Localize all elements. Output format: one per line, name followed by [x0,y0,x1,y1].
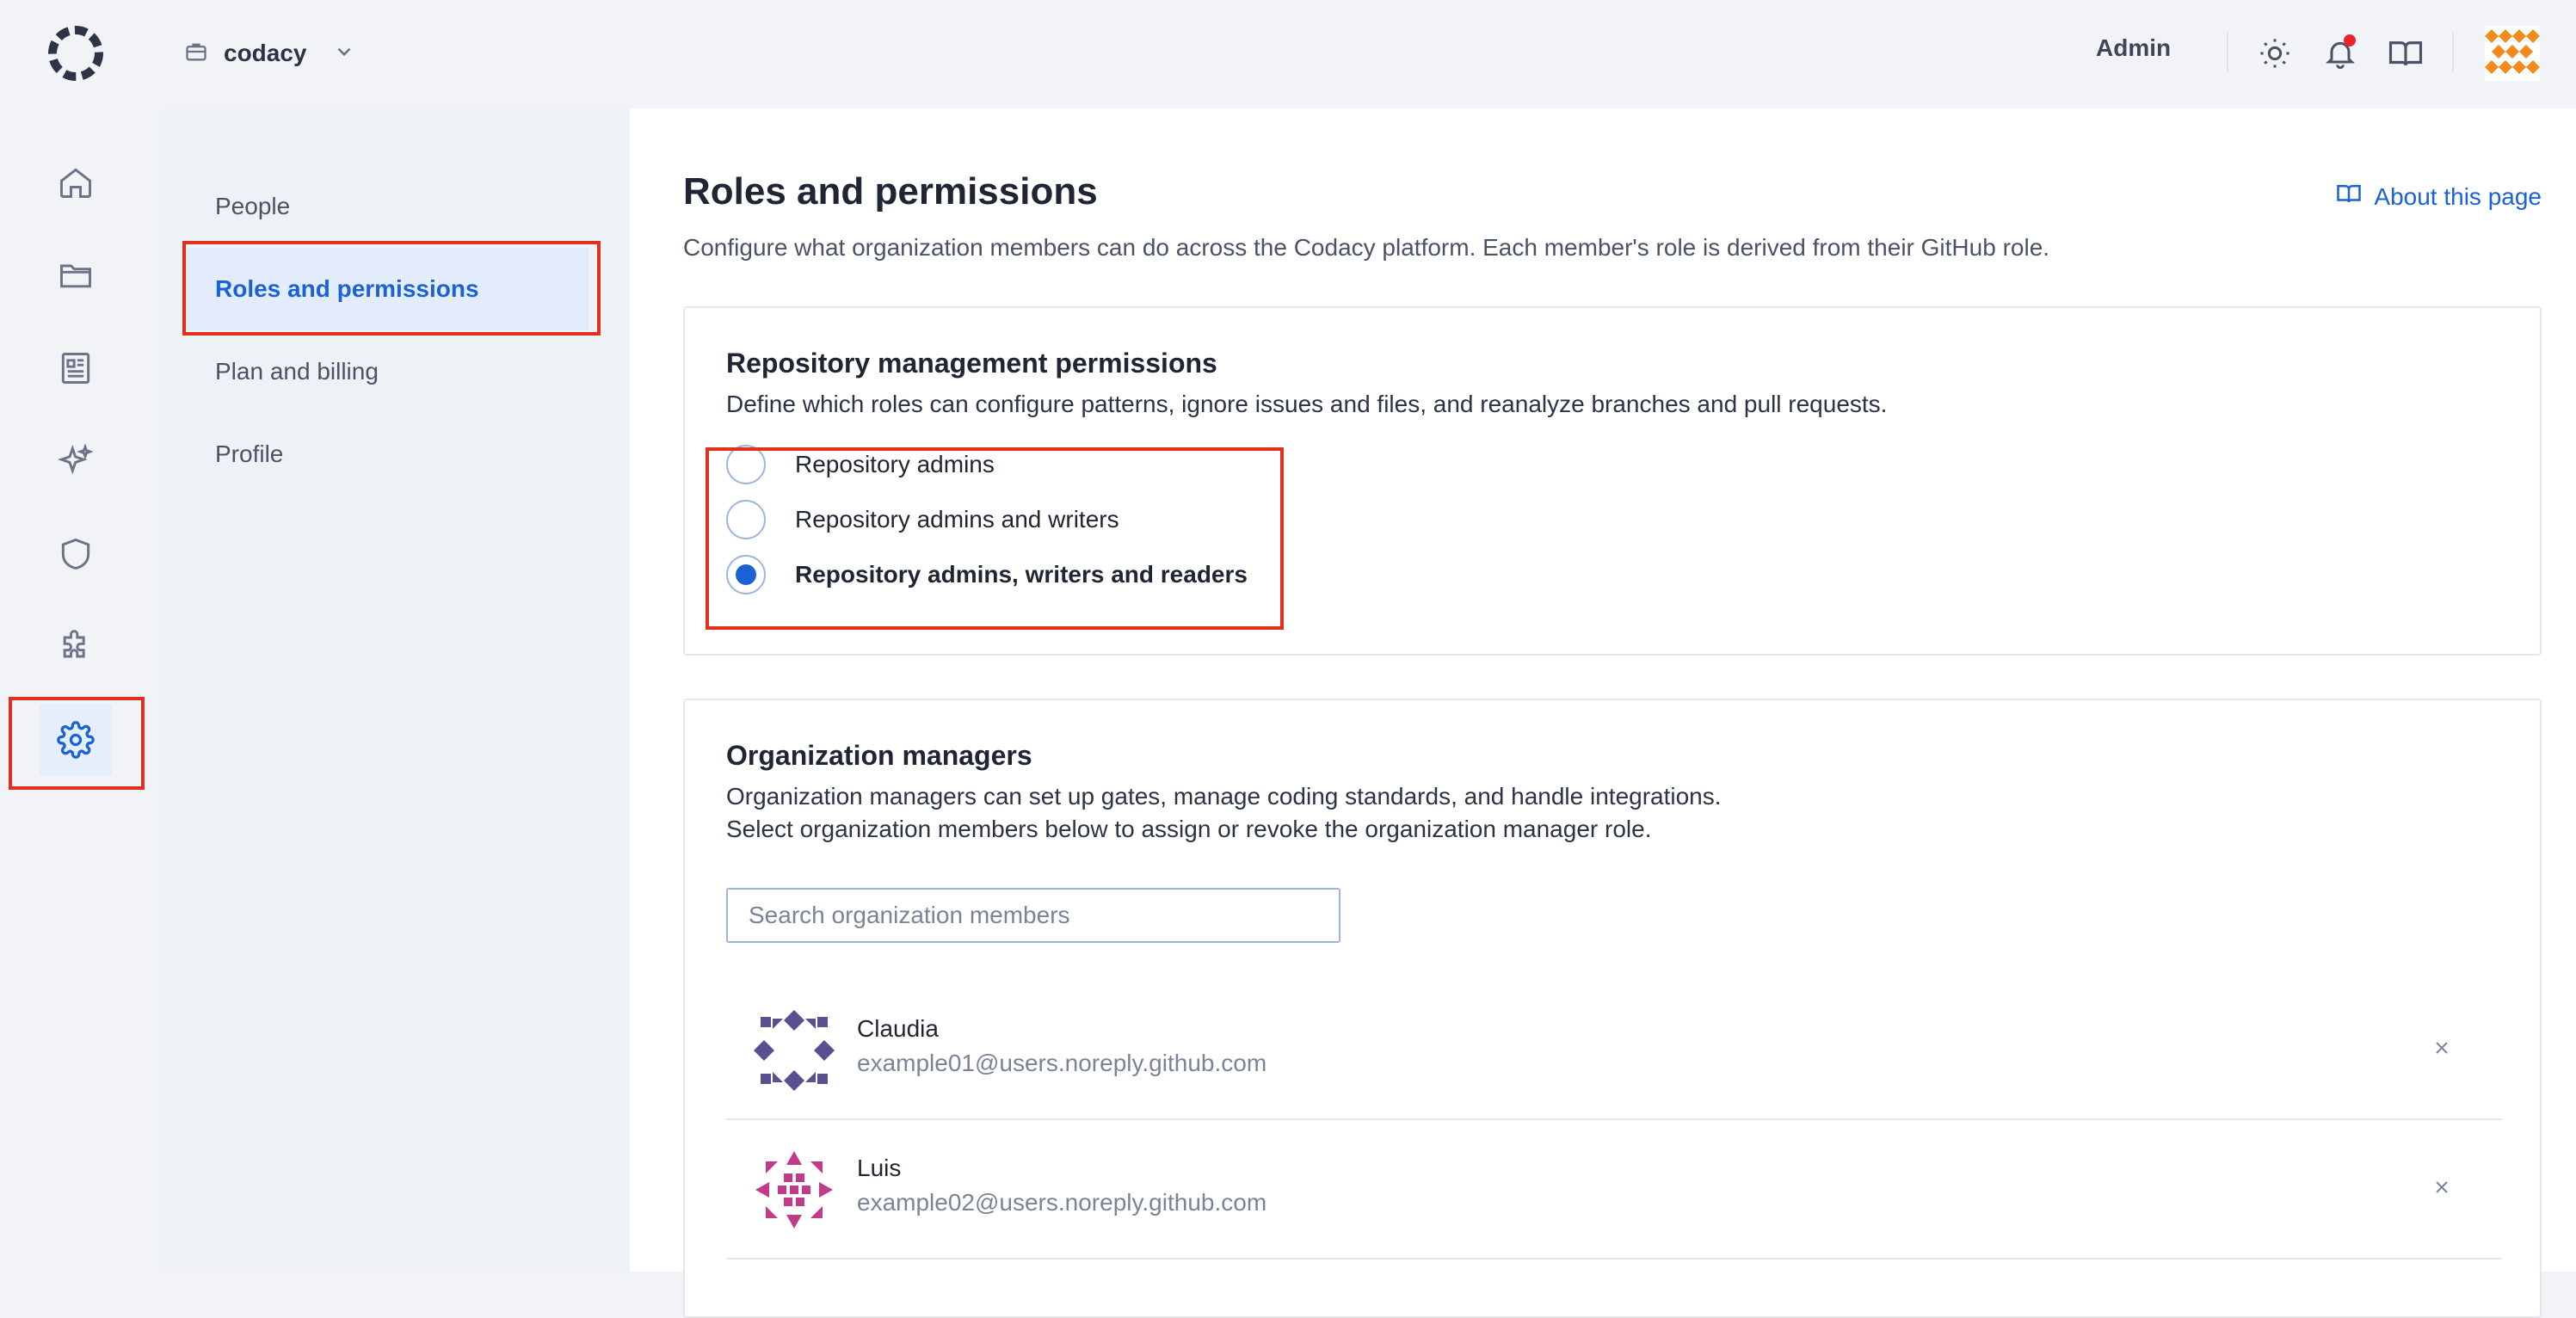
member-avatar [752,1148,836,1232]
divider [2452,33,2454,72]
close-icon[interactable] [2425,1170,2459,1204]
home-icon[interactable] [40,146,112,219]
radio-label: Repository admins [795,451,995,477]
radio-button-selected[interactable] [726,555,766,594]
radio-repository-admins[interactable]: Repository admins [726,442,995,487]
card-title: Organization managers [726,740,1032,771]
about-link-label: About this page [2374,182,2542,210]
page-description: Configure what organization members can … [683,234,2050,261]
radio-repository-admins-and-writers[interactable]: Repository admins and writers [726,497,1119,542]
settings-menu: People Roles and permissions Plan and bi… [158,108,630,1272]
card-description: Define which roles can configure pattern… [726,391,1888,417]
repository-permissions-card: Repository management permissions Define… [683,306,2542,656]
card-description: Organization managers can set up gates, … [726,783,1722,810]
radio-button[interactable] [726,445,766,484]
search-members-input[interactable] [726,888,1340,943]
sun-icon[interactable] [2254,33,2296,74]
organization-switcher[interactable]: codacy [184,29,355,77]
radio-label: Repository admins and writers [795,506,1119,533]
puzzle-icon[interactable] [40,611,112,683]
book-icon[interactable] [2385,33,2426,74]
codacy-logo-icon[interactable] [45,22,107,84]
menu-item-plan-and-billing[interactable]: Plan and billing [184,330,589,413]
role-label: Admin [2096,34,2172,61]
shield-icon[interactable] [40,518,112,590]
organization-name: codacy [224,40,307,66]
folder-icon[interactable] [40,239,112,311]
briefcase-icon [184,40,208,68]
radio-repository-admins-writers-and-readers[interactable]: Repository admins, writers and readers [726,552,1248,597]
about-this-page-link[interactable]: About this page [2336,181,2542,212]
radio-button[interactable] [726,500,766,539]
member-name: Claudia [857,1015,939,1042]
newspaper-icon[interactable] [40,332,112,404]
menu-item-profile[interactable]: Profile [184,413,589,496]
menu-item-roles-and-permissions[interactable]: Roles and permissions [184,248,589,330]
member-row: Luis example02@users.noreply.github.com [726,1120,2502,1259]
navigation-rail [0,108,158,1272]
card-description: Select organization members below to ass… [726,816,1652,842]
card-title: Repository management permissions [726,348,1217,379]
member-email: example02@users.noreply.github.com [857,1189,1267,1216]
page-title: Roles and permissions [683,170,1098,212]
notification-dot [2344,34,2356,46]
member-row: Claudia example01@users.noreply.github.c… [726,981,2502,1120]
member-avatar [752,1008,836,1093]
book-icon [2336,181,2362,212]
radio-label: Repository admins, writers and readers [795,561,1248,588]
close-icon[interactable] [2425,1031,2459,1065]
divider [2227,33,2228,72]
bell-icon[interactable] [2320,33,2361,74]
sparkles-icon[interactable] [40,425,112,497]
chevron-down-icon [333,40,355,67]
menu-item-people[interactable]: People [184,165,589,248]
member-email: example01@users.noreply.github.com [857,1050,1267,1076]
user-avatar[interactable] [2485,26,2540,81]
top-bar: codacy Admin [0,0,2576,108]
main-content: Roles and permissions About this page Co… [630,108,2576,1318]
organization-managers-card: Organization managers Organization manag… [683,699,2542,1318]
gear-icon[interactable] [40,704,112,776]
member-name: Luis [857,1155,902,1181]
